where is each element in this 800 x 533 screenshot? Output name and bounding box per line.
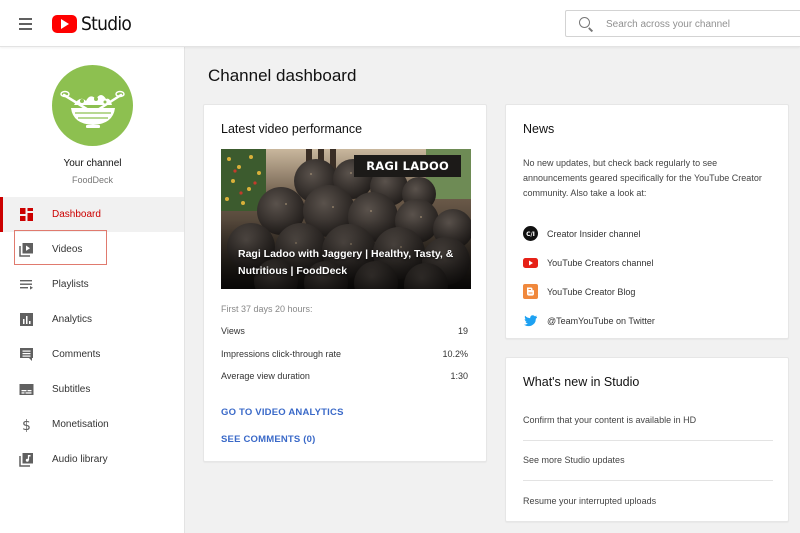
comments-icon bbox=[20, 348, 33, 361]
latest-video-performance-card: Latest video performance RAGI LADOO Ragi… bbox=[203, 104, 487, 462]
channel-avatar[interactable] bbox=[52, 65, 133, 146]
sidebar-item-label: Subtitles bbox=[52, 384, 91, 395]
twitter-icon bbox=[523, 313, 538, 328]
salad-bowl-icon bbox=[60, 90, 125, 128]
metric-label: Impressions click-through rate bbox=[221, 348, 342, 359]
sidebar-item-audio-library[interactable]: Audio library bbox=[0, 442, 184, 477]
metric-row-avg-duration: Average view duration 1:30 bbox=[221, 371, 468, 394]
playlists-icon bbox=[20, 280, 33, 290]
team-youtube-twitter-link[interactable]: @TeamYouTube on Twitter bbox=[523, 306, 775, 335]
sidebar-item-label: Comments bbox=[52, 349, 101, 360]
news-link-label: YouTube Creators channel bbox=[547, 257, 654, 268]
metric-label: Average view duration bbox=[221, 371, 310, 381]
channel-name: FoodDeck bbox=[71, 175, 114, 185]
sidebar-item-videos[interactable]: Videos bbox=[0, 232, 184, 267]
sidebar-item-monetisation[interactable]: $ Monetisation bbox=[0, 407, 184, 442]
svg-text:$: $ bbox=[22, 418, 31, 432]
videos-icon bbox=[19, 243, 33, 257]
card-title: News bbox=[523, 122, 555, 136]
creator-insider-icon: C/I bbox=[523, 226, 538, 241]
whats-new-item[interactable]: Confirm that your content is available i… bbox=[523, 400, 773, 441]
news-card: News No new updates, but check back regu… bbox=[505, 104, 789, 339]
news-links: C/I Creator Insider channel YouTube Crea… bbox=[523, 219, 775, 335]
metrics-list: Views 19 Impressions click-through rate … bbox=[221, 326, 468, 394]
whats-new-list: Confirm that your content is available i… bbox=[523, 400, 773, 522]
sidebar-item-dashboard[interactable]: Dashboard bbox=[0, 197, 184, 232]
go-to-video-analytics-link[interactable]: GO TO VIDEO ANALYTICS bbox=[221, 407, 344, 418]
sidebar-item-label: Monetisation bbox=[52, 419, 109, 430]
whats-new-card: What's new in Studio Confirm that your c… bbox=[505, 357, 789, 522]
hamburger-menu-icon[interactable] bbox=[16, 14, 36, 34]
news-link-label: @TeamYouTube on Twitter bbox=[547, 315, 655, 326]
youtube-creators-link[interactable]: YouTube Creators channel bbox=[523, 248, 775, 277]
top-bar: Studio bbox=[0, 0, 800, 47]
card-title: Latest video performance bbox=[221, 122, 363, 136]
video-thumbnail[interactable]: RAGI LADOO Ragi Ladoo with Jaggery | Hea… bbox=[221, 149, 471, 289]
sidebar: Your channel FoodDeck Dashboard Videos P… bbox=[0, 47, 185, 533]
dashboard-icon bbox=[20, 208, 33, 221]
sidebar-item-playlists[interactable]: Playlists bbox=[0, 267, 184, 302]
metric-row-ctr: Impressions click-through rate 10.2% bbox=[221, 349, 468, 372]
subtitles-icon bbox=[19, 384, 34, 395]
creator-insider-link[interactable]: C/I Creator Insider channel bbox=[523, 219, 775, 248]
creator-blog-link[interactable]: YouTube Creator Blog bbox=[523, 277, 775, 306]
analytics-icon bbox=[20, 313, 33, 326]
metric-value: 10.2% bbox=[442, 348, 468, 359]
youtube-icon bbox=[523, 255, 538, 270]
studio-logo[interactable]: Studio bbox=[52, 13, 137, 35]
logo-text: Studio bbox=[81, 13, 132, 35]
sidebar-item-label: Playlists bbox=[52, 279, 89, 290]
audio-library-icon bbox=[19, 453, 33, 467]
your-channel-label: Your channel bbox=[63, 158, 122, 169]
thumbnail-badge: RAGI LADOO bbox=[354, 155, 461, 177]
news-link-label: Creator Insider channel bbox=[547, 228, 641, 239]
sidebar-item-label: Audio library bbox=[52, 454, 108, 465]
search-icon[interactable] bbox=[579, 17, 590, 28]
metric-row-views: Views 19 bbox=[221, 326, 468, 349]
youtube-logo-icon bbox=[52, 15, 77, 33]
card-title: What's new in Studio bbox=[523, 375, 640, 389]
sidebar-item-label: Videos bbox=[52, 244, 83, 255]
svg-text:C/I: C/I bbox=[526, 231, 535, 238]
blogger-icon bbox=[523, 284, 538, 299]
news-body: No new updates, but check back regularly… bbox=[523, 158, 762, 198]
see-comments-link[interactable]: SEE COMMENTS (0) bbox=[221, 434, 316, 445]
metric-value: 1:30 bbox=[450, 371, 468, 381]
search-input[interactable] bbox=[606, 15, 800, 33]
search-box[interactable] bbox=[565, 10, 800, 37]
sidebar-nav: Dashboard Videos Playlists Analytics Com… bbox=[0, 197, 184, 477]
dollar-icon: $ bbox=[22, 418, 31, 432]
period-label: First 37 days 20 hours: bbox=[221, 304, 313, 314]
sidebar-item-label: Analytics bbox=[52, 314, 93, 325]
news-link-label: YouTube Creator Blog bbox=[547, 286, 636, 297]
whats-new-item[interactable]: Resume your interrupted uploads bbox=[523, 481, 773, 522]
metric-label: Views bbox=[221, 326, 245, 336]
sidebar-item-subtitles[interactable]: Subtitles bbox=[0, 372, 184, 407]
page-title: Channel dashboard bbox=[208, 66, 357, 85]
sidebar-item-analytics[interactable]: Analytics bbox=[0, 302, 184, 337]
video-title[interactable]: Ragi Ladoo with Jaggery | Healthy, Tasty… bbox=[238, 246, 463, 280]
sidebar-item-label: Dashboard bbox=[52, 209, 101, 220]
metric-value: 19 bbox=[457, 326, 468, 336]
sidebar-item-comments[interactable]: Comments bbox=[0, 337, 184, 372]
whats-new-item[interactable]: See more Studio updates bbox=[523, 441, 773, 481]
